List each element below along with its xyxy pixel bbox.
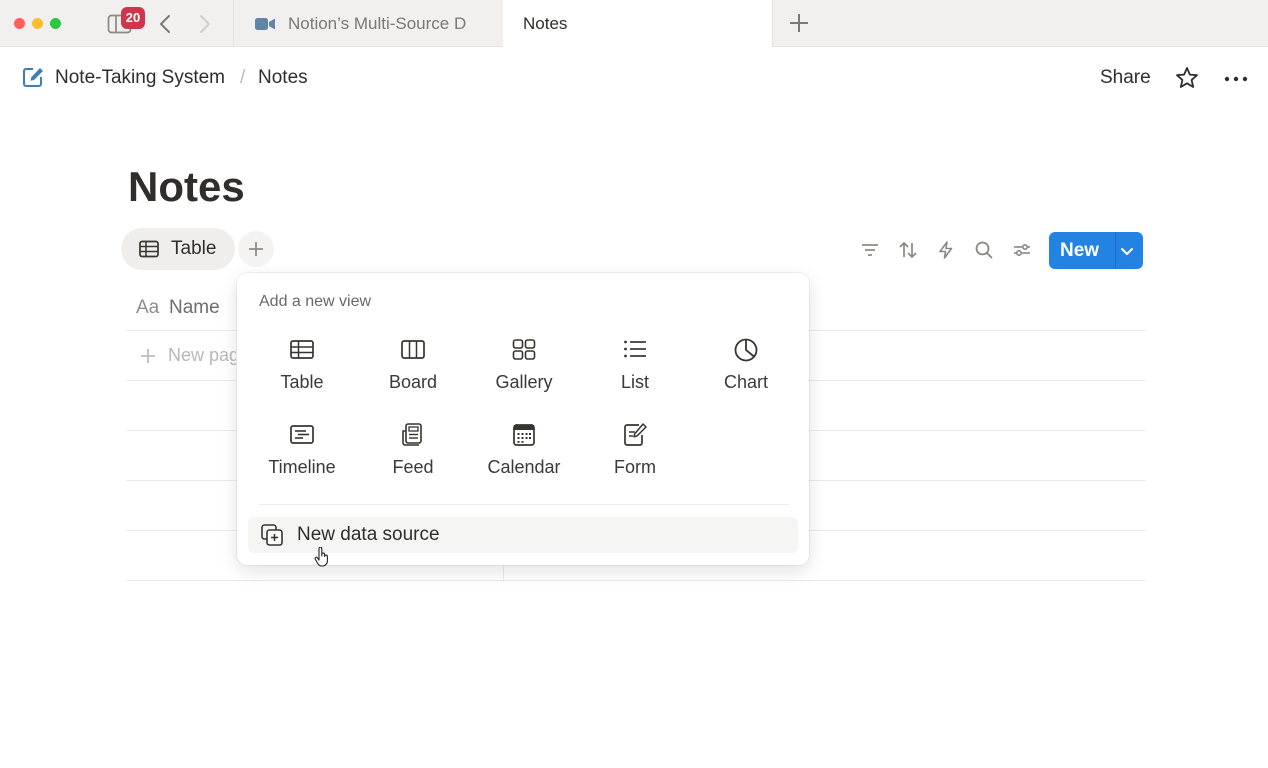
automation-lightning-icon[interactable] bbox=[936, 240, 956, 260]
view-option-gallery[interactable]: Gallery bbox=[469, 337, 579, 407]
menu-divider bbox=[259, 504, 789, 505]
table-icon bbox=[139, 240, 159, 258]
new-button-label: New bbox=[1060, 239, 1100, 261]
view-option-table[interactable]: Table bbox=[247, 337, 357, 407]
name-column-header[interactable]: Name bbox=[169, 297, 220, 319]
breadcrumb-separator: / bbox=[240, 67, 246, 88]
feed-icon bbox=[400, 422, 426, 448]
view-option-chart[interactable]: Chart bbox=[691, 337, 801, 407]
view-option-timeline[interactable]: Timeline bbox=[247, 422, 357, 492]
view-option-label: Table bbox=[280, 372, 324, 392]
page-title: Notes bbox=[128, 163, 245, 210]
more-options-icon[interactable] bbox=[1224, 76, 1248, 82]
browser-tab-bar: 20 Notion’s Multi-Source D Notes bbox=[0, 0, 1268, 47]
view-option-label: Gallery bbox=[495, 372, 553, 392]
tab-notes[interactable]: Notes bbox=[503, 0, 773, 47]
add-data-source-icon bbox=[260, 523, 284, 547]
view-option-form[interactable]: Form bbox=[580, 422, 690, 492]
breadcrumb-page[interactable]: Notes bbox=[258, 67, 308, 89]
view-option-label: Calendar bbox=[487, 457, 561, 477]
view-tab-label: Table bbox=[171, 238, 217, 259]
filter-icon[interactable] bbox=[860, 240, 880, 260]
view-option-board[interactable]: Board bbox=[358, 337, 468, 407]
view-option-label: List bbox=[620, 372, 649, 392]
sort-icon[interactable] bbox=[898, 240, 918, 260]
table-icon bbox=[289, 337, 315, 363]
back-arrow-icon[interactable] bbox=[157, 13, 173, 35]
new-record-button[interactable]: New bbox=[1049, 232, 1143, 269]
forward-arrow-icon[interactable] bbox=[197, 13, 213, 35]
text-property-icon: Aa bbox=[136, 297, 160, 318]
view-option-label: Chart bbox=[723, 372, 768, 392]
view-option-list[interactable]: List bbox=[580, 337, 690, 407]
video-camera-icon bbox=[254, 16, 276, 32]
edit-note-icon bbox=[22, 66, 44, 88]
gallery-icon bbox=[511, 337, 537, 363]
new-data-source-label: New data source bbox=[297, 524, 440, 545]
zoom-window-button[interactable] bbox=[50, 18, 61, 29]
chart-icon bbox=[733, 337, 759, 363]
view-option-label: Board bbox=[388, 372, 438, 392]
hand-pointer-icon bbox=[314, 547, 330, 567]
view-option-label: Form bbox=[614, 457, 656, 477]
notification-badge: 20 bbox=[121, 7, 145, 29]
view-option-label: Timeline bbox=[268, 457, 336, 477]
menu-title: Add a new view bbox=[259, 293, 372, 310]
tab-title: Notion’s Multi-Source D bbox=[288, 13, 467, 33]
board-icon bbox=[400, 337, 426, 363]
new-page-row[interactable]: New page bbox=[140, 345, 236, 366]
search-icon[interactable] bbox=[974, 240, 994, 260]
view-option-feed[interactable]: Feed bbox=[358, 422, 468, 492]
plus-icon bbox=[140, 348, 156, 364]
timeline-icon bbox=[289, 422, 315, 448]
new-page-label: New page bbox=[168, 345, 236, 365]
list-icon bbox=[622, 337, 648, 363]
breadcrumb-workspace[interactable]: Note-Taking System bbox=[55, 67, 225, 89]
tab-title: Notes bbox=[523, 13, 568, 33]
view-option-calendar[interactable]: Calendar bbox=[469, 422, 579, 492]
view-option-label: Feed bbox=[392, 457, 434, 477]
chevron-down-icon[interactable] bbox=[1119, 243, 1135, 259]
star-icon[interactable] bbox=[1175, 66, 1199, 90]
share-button[interactable]: Share bbox=[1100, 67, 1151, 89]
calendar-icon bbox=[511, 422, 537, 448]
new-data-source-button[interactable]: New data source bbox=[248, 517, 798, 553]
tab-multi-source[interactable]: Notion’s Multi-Source D bbox=[233, 0, 503, 47]
view-settings-icon[interactable] bbox=[1012, 240, 1032, 260]
table-row-divider bbox=[126, 580, 1146, 581]
minimize-window-button[interactable] bbox=[32, 18, 43, 29]
close-window-button[interactable] bbox=[14, 18, 25, 29]
view-tab-table[interactable]: Table bbox=[121, 228, 235, 270]
form-icon bbox=[622, 422, 648, 448]
new-tab-plus-icon[interactable] bbox=[788, 12, 810, 34]
add-view-menu: Add a new view Table Board Gallery List … bbox=[237, 273, 809, 565]
add-view-plus-icon[interactable] bbox=[238, 231, 274, 267]
